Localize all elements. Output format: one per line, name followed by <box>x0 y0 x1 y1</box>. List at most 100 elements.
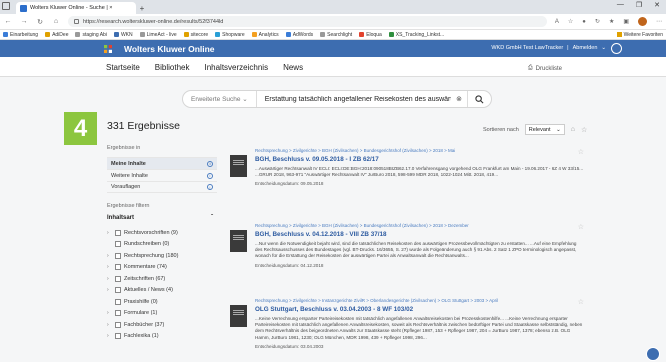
facet-item[interactable]: › Formulare (1) <box>107 308 217 320</box>
profile-avatar[interactable] <box>638 17 647 26</box>
scope-meine-inhalte[interactable]: Meine Inhalte i <box>107 157 217 169</box>
print-list-link[interactable]: ⎙ Druckliste <box>528 65 562 72</box>
document-thumbnail[interactable] <box>230 305 247 327</box>
chevron-right-icon[interactable]: › <box>107 264 112 270</box>
new-tab-button[interactable]: + <box>136 2 148 14</box>
bookmark-item[interactable]: sitecore <box>183 32 208 38</box>
close-window-button[interactable]: ✕ <box>654 1 660 9</box>
facet-item[interactable]: › Rechtsvorschriften (9) <box>107 227 217 239</box>
chevron-right-icon[interactable]: › <box>107 253 112 259</box>
favorite-star-icon[interactable]: ☆ <box>578 223 584 231</box>
bookmark-item[interactable]: WKN <box>113 32 133 38</box>
favorite-star-icon[interactable]: ☆ <box>578 298 584 306</box>
document-thumbnail[interactable] <box>230 230 247 252</box>
checkbox[interactable] <box>115 252 121 259</box>
home-icon[interactable]: ⌂ <box>52 18 60 25</box>
chevron-down-icon[interactable]: ⌄ <box>601 45 606 51</box>
result-title-link[interactable]: BGH, Beschluss v. 09.05.2018 - I ZB 62/1… <box>255 156 585 163</box>
read-aloud-icon[interactable]: A <box>555 19 559 25</box>
chevron-right-icon[interactable]: › <box>107 287 112 293</box>
collections-icon[interactable]: ★ <box>609 18 614 25</box>
facet-item[interactable]: › Fachlexika (1) <box>107 331 217 343</box>
extension-icon[interactable]: ● <box>582 19 586 25</box>
checkbox[interactable] <box>115 229 121 236</box>
menu-item-startseite[interactable]: Startseite <box>106 63 140 72</box>
search-input[interactable]: Erstattung tatsächlich angefallener Reis… <box>257 96 451 103</box>
clear-search-icon[interactable]: ⊗ <box>451 95 467 103</box>
minimize-button[interactable]: — <box>617 1 624 9</box>
checkbox[interactable] <box>115 298 121 305</box>
checkbox[interactable] <box>115 275 121 282</box>
bookmark-item[interactable]: AdWords <box>285 32 313 38</box>
menu-item-bibliothek[interactable]: Bibliothek <box>155 63 190 72</box>
result-title-link[interactable]: OLG Stuttgart, Beschluss v. 03.04.2003 -… <box>255 306 585 313</box>
bookmark-item[interactable]: Eloqua <box>359 32 382 38</box>
chevron-right-icon[interactable]: › <box>107 310 112 316</box>
favorite-star-icon[interactable]: ☆ <box>568 18 573 25</box>
sort-select[interactable]: Relevant ⌄ <box>524 124 565 135</box>
checkbox[interactable] <box>115 321 121 328</box>
facet-item[interactable]: Rundschreiben (0) <box>107 239 217 251</box>
user-icon[interactable] <box>611 43 622 54</box>
chevron-right-icon[interactable]: › <box>107 230 112 236</box>
chevron-right-icon[interactable]: › <box>107 276 112 282</box>
bookmark-item[interactable]: LimeAct - live <box>139 32 177 38</box>
bookmark-icon <box>3 32 8 37</box>
bookmark-item[interactable]: Shopware <box>215 32 245 38</box>
result-title-link[interactable]: BGH, Beschluss v. 04.12.2018 - VIII ZB 3… <box>255 231 585 238</box>
browser-tab[interactable]: Wolters Kluwer Online - Suche | × <box>16 2 136 14</box>
info-icon[interactable]: i <box>207 160 213 167</box>
checkbox[interactable] <box>115 264 121 271</box>
checkbox[interactable] <box>115 333 121 340</box>
favorite-star-icon[interactable]: ☆ <box>578 148 584 156</box>
result-breadcrumb[interactable]: Rechtsprechung > Zivilgerichte > BGH (Zi… <box>255 148 585 153</box>
brand-name[interactable]: Wolters Kluwer Online <box>124 44 215 54</box>
search-scope-dropdown[interactable]: Erweiterte Suche ⌄ <box>183 91 257 107</box>
checkbox[interactable] <box>115 241 121 248</box>
facet-inhaltsart-header[interactable]: Inhaltsart ˆ <box>107 215 217 221</box>
chevron-right-icon[interactable]: › <box>107 333 112 339</box>
more-menu-icon[interactable]: ⋯ <box>656 18 662 25</box>
scope-vorauflagen[interactable]: Vorauflagen i <box>107 181 217 193</box>
facet-item[interactable]: › Rechtsprechung (180) <box>107 250 217 262</box>
window-menu-icon[interactable] <box>2 2 10 10</box>
menu-item-news[interactable]: News <box>283 63 303 72</box>
facet-item[interactable]: › Kommentare (74) <box>107 262 217 274</box>
bookmark-item[interactable]: Searchlight <box>320 32 352 38</box>
maximize-button[interactable]: ❐ <box>636 1 642 9</box>
checkbox[interactable] <box>115 310 121 317</box>
back-icon[interactable]: ← <box>4 18 12 25</box>
info-icon[interactable]: i <box>207 172 213 179</box>
facet-item[interactable]: › Fachbücher (37) <box>107 319 217 331</box>
facet-item[interactable]: › Zeitschriften (67) <box>107 273 217 285</box>
document-thumbnail[interactable] <box>230 155 247 177</box>
menu-item-inhaltsverzeichnis[interactable]: Inhaltsverzeichnis <box>204 63 268 72</box>
bookmark-item[interactable]: Einarbeitung <box>3 32 38 38</box>
search-button[interactable] <box>467 91 491 107</box>
chevron-right-icon[interactable]: › <box>107 322 112 328</box>
results-in-heading: Ergebnisse in <box>107 145 141 151</box>
bookmark-item[interactable]: XS_Tracking_Linkst... <box>388 32 444 38</box>
facet-item[interactable]: › Aktuelles / News (4) <box>107 285 217 297</box>
info-icon[interactable]: i <box>207 184 213 190</box>
logout-link[interactable]: Abmelden <box>573 45 598 51</box>
bookmark-item[interactable]: AdiDee <box>45 32 68 38</box>
result-breadcrumb[interactable]: Rechtsprechung > Zivilgerichte > Instanz… <box>255 298 585 303</box>
reload-icon[interactable]: ↻ <box>36 18 44 26</box>
bookmark-item[interactable]: staging Abi <box>75 32 107 38</box>
folder-icon <box>616 32 622 37</box>
scope-weitere-inhalte[interactable]: Weitere Inhalte i <box>107 169 217 181</box>
refresh-extension-icon[interactable]: ↻ <box>595 18 600 25</box>
url-field[interactable]: https://research.wolterskluwer-online.de… <box>68 16 547 27</box>
other-favorites[interactable]: Weitere Favoriten <box>616 32 663 38</box>
bookmark-item[interactable]: Analytics <box>251 32 279 38</box>
favorite-star-icon[interactable]: ☆ <box>581 126 587 134</box>
checkbox[interactable] <box>115 287 121 294</box>
facet-item[interactable]: Praxishilfe (0) <box>107 296 217 308</box>
forward-icon[interactable]: → <box>20 18 28 25</box>
save-search-icon[interactable]: ⌂ <box>571 126 575 133</box>
chat-bubble-icon[interactable] <box>646 347 660 361</box>
result-breadcrumb[interactable]: Rechtsprechung > Zivilgerichte > BGH (Zi… <box>255 223 585 228</box>
puzzle-icon[interactable]: ▣ <box>623 18 629 25</box>
bookmark-icon <box>388 32 394 37</box>
